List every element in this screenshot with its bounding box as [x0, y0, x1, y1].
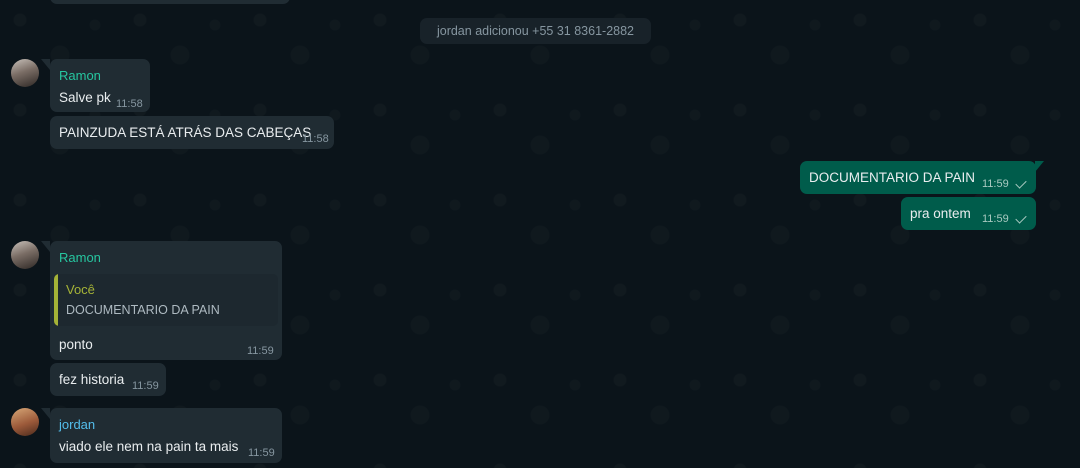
quote-bar — [54, 274, 58, 326]
avatar-ramon[interactable] — [11, 241, 39, 269]
message-bubble[interactable]: Ramon Você DOCUMENTARIO DA PAIN ponto 11… — [50, 241, 282, 360]
system-message: jordan adicionou +55 31 8361-2882 — [420, 18, 651, 44]
message-time: 11:59 — [982, 178, 1009, 190]
message-time: 11:59 — [248, 447, 275, 459]
message-bubble[interactable]: Ramon Salve pk 11:58 — [50, 59, 150, 112]
sent-check-icon — [1015, 212, 1027, 224]
message-text: DOCUMENTARIO DA PAIN — [809, 170, 976, 185]
sender-name[interactable]: Ramon — [59, 250, 101, 265]
message-text: viado ele nem na pain ta mais — [59, 439, 239, 454]
message-bubble-outgoing[interactable]: DOCUMENTARIO DA PAIN 11:59 — [800, 161, 1036, 194]
previous-message-edge — [50, 0, 290, 4]
bubble-tail — [41, 59, 50, 70]
quote-author: Você — [66, 282, 95, 297]
bubble-tail — [1035, 161, 1044, 172]
bubble-tail — [41, 241, 50, 252]
avatar-jordan[interactable] — [11, 408, 39, 436]
chat-wallpaper — [0, 0, 1080, 468]
sender-name[interactable]: jordan — [59, 417, 95, 432]
message-time: 11:59 — [982, 213, 1009, 225]
message-bubble-outgoing[interactable]: pra ontem 11:59 — [901, 197, 1036, 230]
message-bubble[interactable]: jordan viado ele nem na pain ta mais 11:… — [50, 408, 282, 463]
quoted-message[interactable]: Você DOCUMENTARIO DA PAIN — [54, 274, 278, 326]
avatar-ramon[interactable] — [11, 59, 39, 87]
message-text: fez historia — [59, 372, 125, 387]
message-text: ponto — [59, 337, 93, 352]
message-bubble[interactable]: PAINZUDA ESTÁ ATRÁS DAS CABEÇAS 11:58 — [50, 116, 334, 149]
message-time: 11:58 — [302, 133, 329, 145]
quote-text: DOCUMENTARIO DA PAIN — [66, 303, 220, 317]
message-bubble[interactable]: fez historia 11:59 — [50, 363, 166, 396]
message-time: 11:59 — [132, 380, 159, 392]
sender-name[interactable]: Ramon — [59, 68, 101, 83]
message-text: PAINZUDA ESTÁ ATRÁS DAS CABEÇAS — [59, 125, 312, 140]
message-text: Salve pk — [59, 90, 111, 105]
sent-check-icon — [1015, 177, 1027, 189]
message-time: 11:59 — [247, 345, 274, 357]
message-time: 11:58 — [116, 98, 143, 110]
bubble-tail — [41, 408, 50, 419]
message-text: pra ontem — [910, 206, 971, 221]
